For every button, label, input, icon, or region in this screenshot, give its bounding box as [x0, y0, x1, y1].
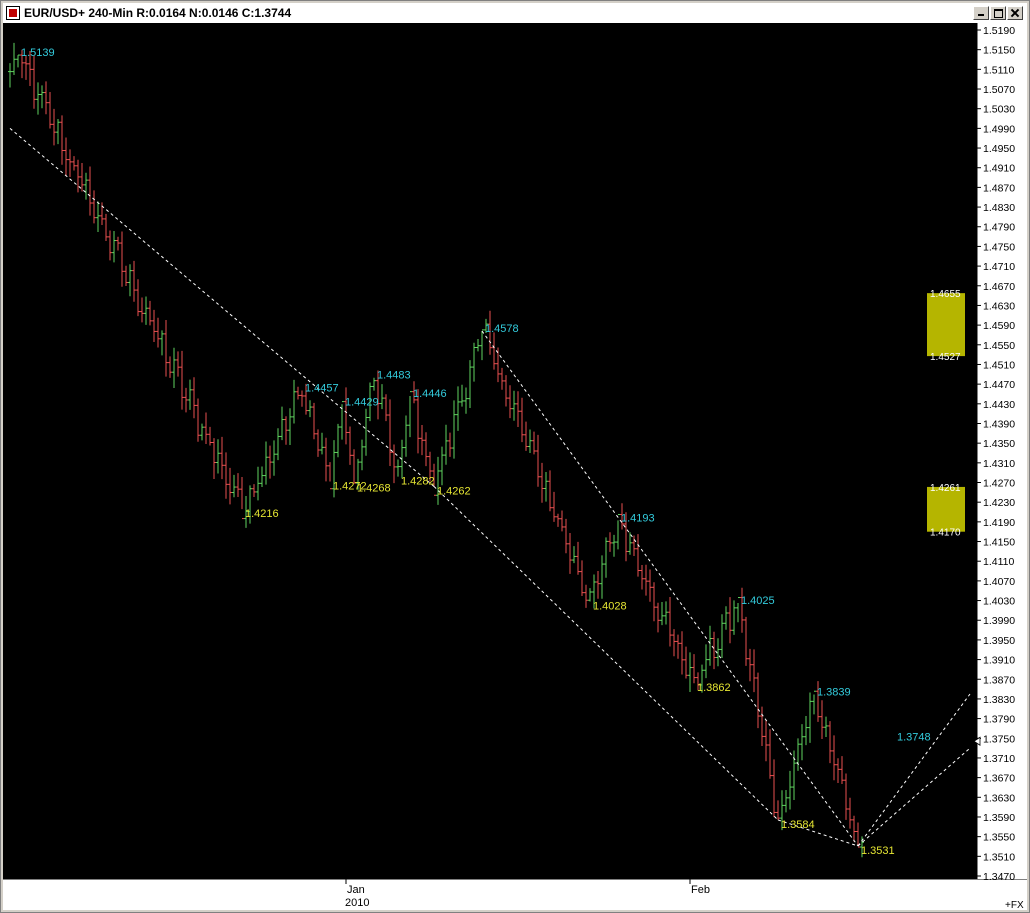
y-tick-label: 1.3670 [983, 773, 1015, 785]
y-tick-label: 1.3910 [983, 655, 1015, 667]
y-tick-label: 1.3590 [983, 812, 1015, 824]
y-tick-label: 1.4070 [983, 576, 1015, 588]
y-tick-label: 1.4390 [983, 418, 1015, 430]
window-controls [972, 6, 1023, 20]
y-tick-label: 1.4510 [983, 359, 1015, 371]
target-zone[interactable] [927, 293, 965, 357]
swing-high-label: 1.4025 [741, 595, 775, 607]
y-tick-label: 1.4870 [983, 182, 1015, 194]
data-source-label: +FX [1005, 900, 1024, 910]
y-tick-label: 1.4590 [983, 320, 1015, 332]
swing-high-label: 1.4193 [621, 512, 655, 524]
y-tick-label: 1.4630 [983, 300, 1015, 312]
maximize-icon[interactable] [990, 6, 1006, 20]
y-tick-label: 1.4670 [983, 281, 1015, 293]
swing-high-label: 1.3839 [817, 687, 851, 699]
title-bar[interactable]: EUR/USD+ 240-Min R:0.0164 N:0.0146 C:1.3… [3, 3, 1027, 23]
x-tick-label-month: Feb [691, 884, 710, 896]
swing-low-label: 1.3584 [781, 819, 815, 831]
y-tick-label: 1.3870 [983, 674, 1015, 686]
y-tick-label: 1.5150 [983, 45, 1015, 57]
swing-high-label: 1.4483 [377, 370, 411, 382]
swing-low-label: 1.4268 [357, 482, 391, 494]
x-tick-label-year: 2010 [345, 897, 369, 909]
zone-bottom-label: 1.4527 [930, 352, 961, 363]
y-tick-label: 1.3710 [983, 753, 1015, 765]
y-tick-label: 1.3550 [983, 832, 1015, 844]
y-tick-label: 1.4310 [983, 458, 1015, 470]
swing-high-label: 1.5139 [21, 47, 55, 59]
swing-high-label: 1.4446 [413, 388, 447, 400]
swing-high-label: 1.4429 [345, 396, 379, 408]
y-tick-label: 1.4790 [983, 222, 1015, 234]
window-title: EUR/USD+ 240-Min R:0.0164 N:0.0146 C:1.3… [24, 6, 292, 20]
y-tick-label: 1.3470 [983, 871, 1015, 883]
y-tick-label: 1.3830 [983, 694, 1015, 706]
app-icon[interactable] [6, 6, 20, 20]
y-tick-label: 1.5190 [983, 25, 1015, 37]
y-tick-label: 1.4950 [983, 143, 1015, 155]
swing-low-label: 1.3531 [861, 845, 895, 857]
y-tick-label: 1.3750 [983, 733, 1015, 745]
swing-low-label: 1.4282 [401, 476, 435, 488]
zone-bottom-label: 1.4170 [930, 528, 961, 539]
y-tick-label: 1.4830 [983, 202, 1015, 214]
swing-low-label: 1.3862 [697, 682, 731, 694]
y-tick-label: 1.3990 [983, 615, 1015, 627]
y-tick-label: 1.3630 [983, 792, 1015, 804]
swing-high-label: 1.4457 [305, 383, 339, 395]
time-scale[interactable] [3, 879, 1027, 910]
y-tick-label: 1.4470 [983, 379, 1015, 391]
chart-background [3, 23, 1027, 910]
close-icon[interactable] [1007, 6, 1023, 20]
y-tick-label: 1.5070 [983, 84, 1015, 96]
y-tick-label: 1.4750 [983, 241, 1015, 253]
swing-high-label: 1.4578 [485, 323, 519, 335]
y-tick-label: 1.3790 [983, 714, 1015, 726]
y-tick-label: 1.4230 [983, 497, 1015, 509]
y-tick-label: 1.4910 [983, 163, 1015, 175]
swing-low-label: 1.4028 [593, 601, 627, 613]
zone-top-label: 1.4261 [930, 483, 961, 494]
minimize-icon[interactable] [973, 6, 989, 20]
y-tick-label: 1.4990 [983, 123, 1015, 135]
y-tick-label: 1.4270 [983, 478, 1015, 490]
y-tick-label: 1.4350 [983, 438, 1015, 450]
swing-low-label: 1.4262 [437, 485, 471, 497]
y-tick-label: 1.3950 [983, 635, 1015, 647]
chart-window: EUR/USD+ 240-Min R:0.0164 N:0.0146 C:1.3… [0, 0, 1030, 913]
swing-low-label: 1.4216 [245, 508, 279, 520]
y-tick-label: 1.4190 [983, 517, 1015, 529]
y-tick-label: 1.4110 [983, 556, 1014, 568]
y-tick-label: 1.4430 [983, 399, 1015, 411]
y-tick-label: 1.3510 [983, 851, 1015, 863]
y-tick-label: 1.4030 [983, 596, 1015, 608]
y-tick-label: 1.5110 [983, 64, 1014, 76]
y-tick-label: 1.4550 [983, 340, 1015, 352]
y-tick-label: 1.5030 [983, 104, 1015, 116]
swing-high-label: 1.3748 [897, 731, 931, 743]
y-tick-label: 1.4150 [983, 537, 1015, 549]
x-tick-label-month: Jan [347, 884, 365, 896]
price-chart[interactable]: 1.5190 1.5150 1.5110 1.5070 1.5030 1.4990 1.49… [3, 23, 1027, 910]
y-tick-label: 1.4710 [983, 261, 1015, 273]
zone-top-label: 1.4655 [930, 289, 961, 300]
